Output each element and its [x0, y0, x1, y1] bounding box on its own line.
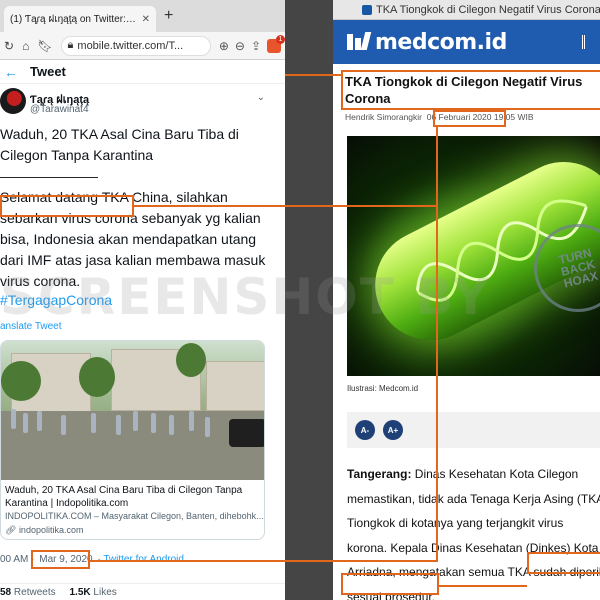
shield-count-badge: 1 — [276, 34, 285, 44]
site-header: medcom.id — [333, 20, 600, 64]
highlight-article-title — [341, 70, 600, 110]
tweet-line: Cilegon Tanpa Karantina — [0, 147, 154, 163]
url-text: mobile.twitter.com/T... — [77, 39, 184, 52]
home-icon[interactable]: ⌂ — [22, 39, 29, 53]
likes-label: Likes — [93, 587, 117, 598]
reload-icon[interactable]: ↻ — [4, 39, 14, 53]
card-title: Waduh, 20 TKA Asal Cina Baru Tiba di Cil… — [5, 485, 243, 509]
font-larger-button[interactable]: A+ — [383, 420, 403, 440]
avatar[interactable] — [0, 88, 26, 114]
chevron-down-icon[interactable]: ⌄ — [257, 92, 265, 103]
font-size-controls: A- A+ — [347, 412, 600, 448]
medcom-logo-icon[interactable] — [347, 32, 372, 52]
card-link: 🔗︎ indopolitika.com — [5, 525, 83, 536]
share-icon[interactable]: ⇪ — [251, 39, 261, 53]
watermark: SCREENSHOT BY — [0, 268, 491, 326]
highlight-article-date — [433, 110, 506, 127]
window-title: TKA Tiongkok di Cilegon Negatif Virus Co… — [362, 4, 600, 16]
window-title-bar: TKA Tiongkok di Cilegon Negatif Virus Co… — [333, 0, 600, 20]
highlight-tweet-phrase — [0, 195, 134, 217]
close-icon[interactable]: ✕ — [142, 14, 150, 25]
likes-count[interactable]: 1.5K — [70, 587, 91, 598]
connector-line — [285, 74, 343, 76]
lock-icon: 🔒︎ — [67, 39, 74, 51]
tweet-time: 00 AM — [0, 554, 29, 565]
dateline: Tangerang: — [347, 467, 412, 481]
highlight-tweet-date — [31, 550, 90, 569]
connector-line — [90, 560, 438, 562]
window-title-text: TKA Tiongkok di Cilegon Negatif Virus Co… — [376, 3, 600, 16]
card-link-text: indopolitika.com — [18, 525, 84, 535]
page-title: Tweet — [30, 64, 66, 79]
new-tab-icon[interactable]: + — [164, 7, 173, 25]
connector-line — [436, 126, 438, 562]
tweet-line: bisa, Indonesia akan mendapatkan utang — [0, 231, 257, 247]
toolbar-icons: ⊕ ⊖ ⇪ 1 — [219, 34, 285, 53]
body-line: Tangerang: Dinas Kesehatan Kota Cilegon — [347, 467, 579, 481]
article-hero-image: TURN BACK HOAX — [347, 136, 600, 376]
bookmark-icon[interactable]: 🔖︎ — [37, 39, 52, 53]
body-line: memastikan, tidak ada Tenaga Kerja Asing… — [347, 491, 600, 506]
site-logo[interactable]: medcom.id — [375, 30, 507, 55]
screenshot-composite: (1) Ƭą̧ɾą ฝเŋąţą on Twitter: "Waduh ✕ + … — [0, 0, 600, 600]
tweet-line: ——————— — [0, 168, 98, 184]
link-card[interactable]: Waduh, 20 TKA Asal Cina Baru Tiba di Cil… — [0, 340, 265, 540]
address-bar[interactable]: 🔒︎ mobile.twitter.com/T... — [60, 35, 211, 56]
menu-icon[interactable] — [582, 35, 592, 49]
add-icon[interactable]: ⊕ — [219, 39, 229, 53]
author-handle[interactable]: @Tarawinat4 — [30, 104, 89, 115]
font-smaller-button[interactable]: A- — [355, 420, 375, 440]
favicon-icon — [362, 4, 372, 15]
tweet-author: Ƭą̧ɾą ฝเŋąţą @Tarawinat4 ⌄ — [0, 88, 285, 122]
connector-line — [134, 205, 438, 207]
zoom-icon[interactable]: ⊖ — [235, 39, 245, 53]
image-caption: Ilustrasi: Medcom.id — [347, 384, 419, 393]
retweets-label: Retweets — [13, 587, 56, 598]
highlight-article-phrase-2 — [341, 573, 439, 595]
back-arrow-icon[interactable]: ← — [4, 64, 18, 80]
tab-title: (1) Ƭą̧ɾą ฝเŋąţą on Twitter: "Waduh — [10, 13, 138, 25]
card-photo — [1, 341, 264, 480]
article-author[interactable]: Hendrik Simorangkir — [345, 112, 422, 122]
tweet-page-header: ← Tweet — [0, 60, 285, 84]
connector-line — [439, 585, 527, 587]
browser-toolbar: ↻ ⌂ 🔖︎ 🔒︎ mobile.twitter.com/T... ⊕ ⊖ ⇪ … — [0, 32, 285, 60]
tweet-line: Waduh, 20 TKA Asal Cina Baru Tiba di — [0, 126, 239, 142]
retweets-count[interactable]: 58 — [0, 587, 11, 598]
link-icon: 🔗︎ — [5, 525, 19, 535]
highlight-article-phrase-1 — [527, 552, 600, 574]
tab-bar: (1) Ƭą̧ɾą ฝเŋąţą on Twitter: "Waduh ✕ + — [0, 0, 285, 32]
body-line: Tiongkok di kotanya yang terjangkit viru… — [347, 516, 564, 530]
tweet-stats: 58 Retweets 1.5K Likes — [0, 583, 285, 600]
card-description: INDOPOLITIKA.COM – Masyarakat Cilegon, B… — [5, 511, 263, 521]
brave-shield-icon[interactable]: 1 — [267, 34, 285, 53]
browser-tab[interactable]: (1) Ƭą̧ɾą ฝเŋąţą on Twitter: "Waduh ✕ — [4, 6, 156, 32]
